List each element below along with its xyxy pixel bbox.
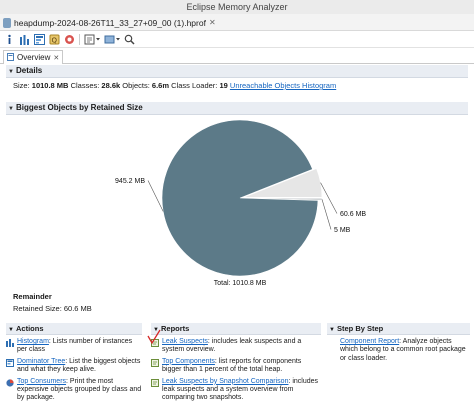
biggest-objects-header-label: Biggest Objects by Retained Size — [16, 103, 143, 112]
details-line: Size: 1010.8 MB Classes: 28.6k Objects: … — [13, 81, 336, 90]
step-indent — [327, 338, 337, 363]
class-loader-label: Class Loader: — [171, 81, 218, 90]
actions-section-header[interactable]: ▼ Actions — [6, 323, 142, 335]
pie-slice-label: 60.6 MB — [340, 211, 366, 218]
window-title: Eclipse Memory Analyzer — [0, 0, 474, 15]
pie-slice-label: 945.2 MB — [115, 178, 145, 185]
dominator-tree-link[interactable]: Dominator Tree — [17, 358, 65, 365]
query-browser-icon[interactable] — [104, 34, 120, 45]
biggest-objects-section-header[interactable]: ▼ Biggest Objects by Retained Size — [6, 102, 468, 115]
unreachable-objects-link[interactable]: Unreachable Objects Histogram — [230, 81, 336, 90]
report-icon — [151, 378, 159, 387]
tab-overview-close-icon[interactable]: ✕ — [53, 54, 59, 62]
report-top-components: Top Components: list reports for compone… — [151, 358, 321, 375]
report-icon — [151, 358, 159, 367]
details-header-label: Details — [16, 66, 43, 75]
search-icon[interactable] — [124, 34, 135, 45]
step-by-step-column: ▼ Step By Step Component Report: Analyze … — [327, 323, 470, 363]
top-components-link[interactable]: Top Components — [162, 358, 215, 365]
action-dominator-tree: Dominator Tree: List the biggest objects… — [6, 358, 142, 375]
actions-header-label: Actions — [16, 324, 44, 333]
actions-column: ▼ Actions Histogram: Lists number of inst… — [6, 323, 142, 403]
tab-overview-label: Overview — [17, 53, 51, 62]
red-checkmark-annotation — [147, 329, 161, 345]
overview-tab-icon — [7, 52, 14, 63]
file-tab[interactable]: heapdump-2024-08-26T11_33_27+09_00 (1).h… — [3, 15, 216, 30]
histogram-icon[interactable] — [19, 34, 30, 45]
oql-icon[interactable]: Q — [49, 34, 60, 45]
file-tab-close-icon[interactable]: ✕ — [209, 18, 216, 27]
collapse-triangle-icon: ▼ — [8, 69, 14, 75]
file-tab-bar: heapdump-2024-08-26T11_33_27+09_00 (1).h… — [0, 14, 474, 31]
thread-overview-icon[interactable] — [64, 34, 75, 45]
action-histogram: Histogram: Lists number of instances per… — [6, 338, 142, 355]
top-consumers-link[interactable]: Top Consumers — [17, 378, 66, 385]
details-section-header[interactable]: ▼ Details — [6, 65, 468, 78]
top-consumers-icon — [6, 379, 14, 387]
info-icon[interactable] — [4, 34, 15, 45]
tab-overview[interactable]: Overview ✕ — [3, 50, 64, 64]
dominator-tree-icon — [6, 358, 14, 367]
objects-label: Objects: — [122, 81, 150, 90]
pie-chart-svg: 945.2 MB 60.6 MB 5 MB Total: 1010.8 MB — [115, 119, 366, 287]
classes-label: Classes: — [70, 81, 100, 90]
action-top-consumers: Top Consumers: Print the most expensive … — [6, 378, 142, 403]
svg-text:Q: Q — [52, 36, 58, 44]
collapse-triangle-icon: ▼ — [8, 327, 14, 333]
snapshot-comparison-link[interactable]: Leak Suspects by Snapshot Comparison — [162, 378, 288, 385]
report-snapshot-comparison: Leak Suspects by Snapshot Comparison: in… — [151, 378, 321, 403]
remainder-title: Remainder — [13, 292, 52, 301]
histogram-link[interactable]: Histogram — [17, 338, 49, 345]
pie-leader-line — [147, 180, 164, 212]
editor-tab-bar: Overview ✕ — [0, 49, 474, 64]
pie-leader-line — [321, 199, 332, 230]
histogram-icon — [6, 339, 14, 347]
size-label: Size: — [13, 81, 30, 90]
size-value: 1010.8 MB — [31, 81, 69, 90]
reports-header-label: Reports — [161, 324, 190, 333]
collapse-triangle-icon: ▼ — [329, 327, 335, 333]
classes-value: 28.6k — [101, 81, 121, 90]
retained-size-pie-chart: 945.2 MB 60.6 MB 5 MB Total: 1010.8 MB — [0, 115, 474, 290]
report-leak-suspects: Leak Suspects: includes leak suspects an… — [151, 338, 321, 355]
step-by-step-header-label: Step By Step — [337, 324, 384, 333]
reports-section-header[interactable]: ▼ Reports — [151, 323, 321, 335]
file-tab-label: heapdump-2024-08-26T11_33_27+09_00 (1).h… — [14, 17, 206, 28]
pie-leader-line — [320, 182, 338, 214]
objects-value: 6.6m — [151, 81, 170, 90]
dominator-tree-icon[interactable] — [34, 33, 45, 45]
step-component-report: Component Report: Analyze objects which … — [327, 338, 470, 363]
pie-total-label: Total: 1010.8 MB — [214, 280, 267, 287]
step-by-step-section-header[interactable]: ▼ Step By Step — [327, 323, 470, 335]
toolbar-separator — [79, 33, 80, 45]
pie-slice-label: 5 MB — [334, 227, 351, 234]
remainder-size: Retained Size: 60.6 MB — [13, 304, 92, 313]
leak-suspects-link[interactable]: Leak Suspects — [162, 338, 208, 345]
heapdump-file-icon — [3, 17, 11, 28]
remainder-block: Remainder Retained Size: 60.6 MB — [13, 291, 92, 315]
toolbar: Q — [0, 31, 474, 48]
class-loader-value: 19 — [219, 81, 228, 90]
run-report-icon[interactable] — [84, 34, 100, 45]
reports-column: ▼ Reports Leak Suspects: includes leak su… — [151, 323, 321, 403]
component-report-link[interactable]: Component Report — [340, 338, 399, 345]
collapse-triangle-icon: ▼ — [8, 106, 14, 112]
